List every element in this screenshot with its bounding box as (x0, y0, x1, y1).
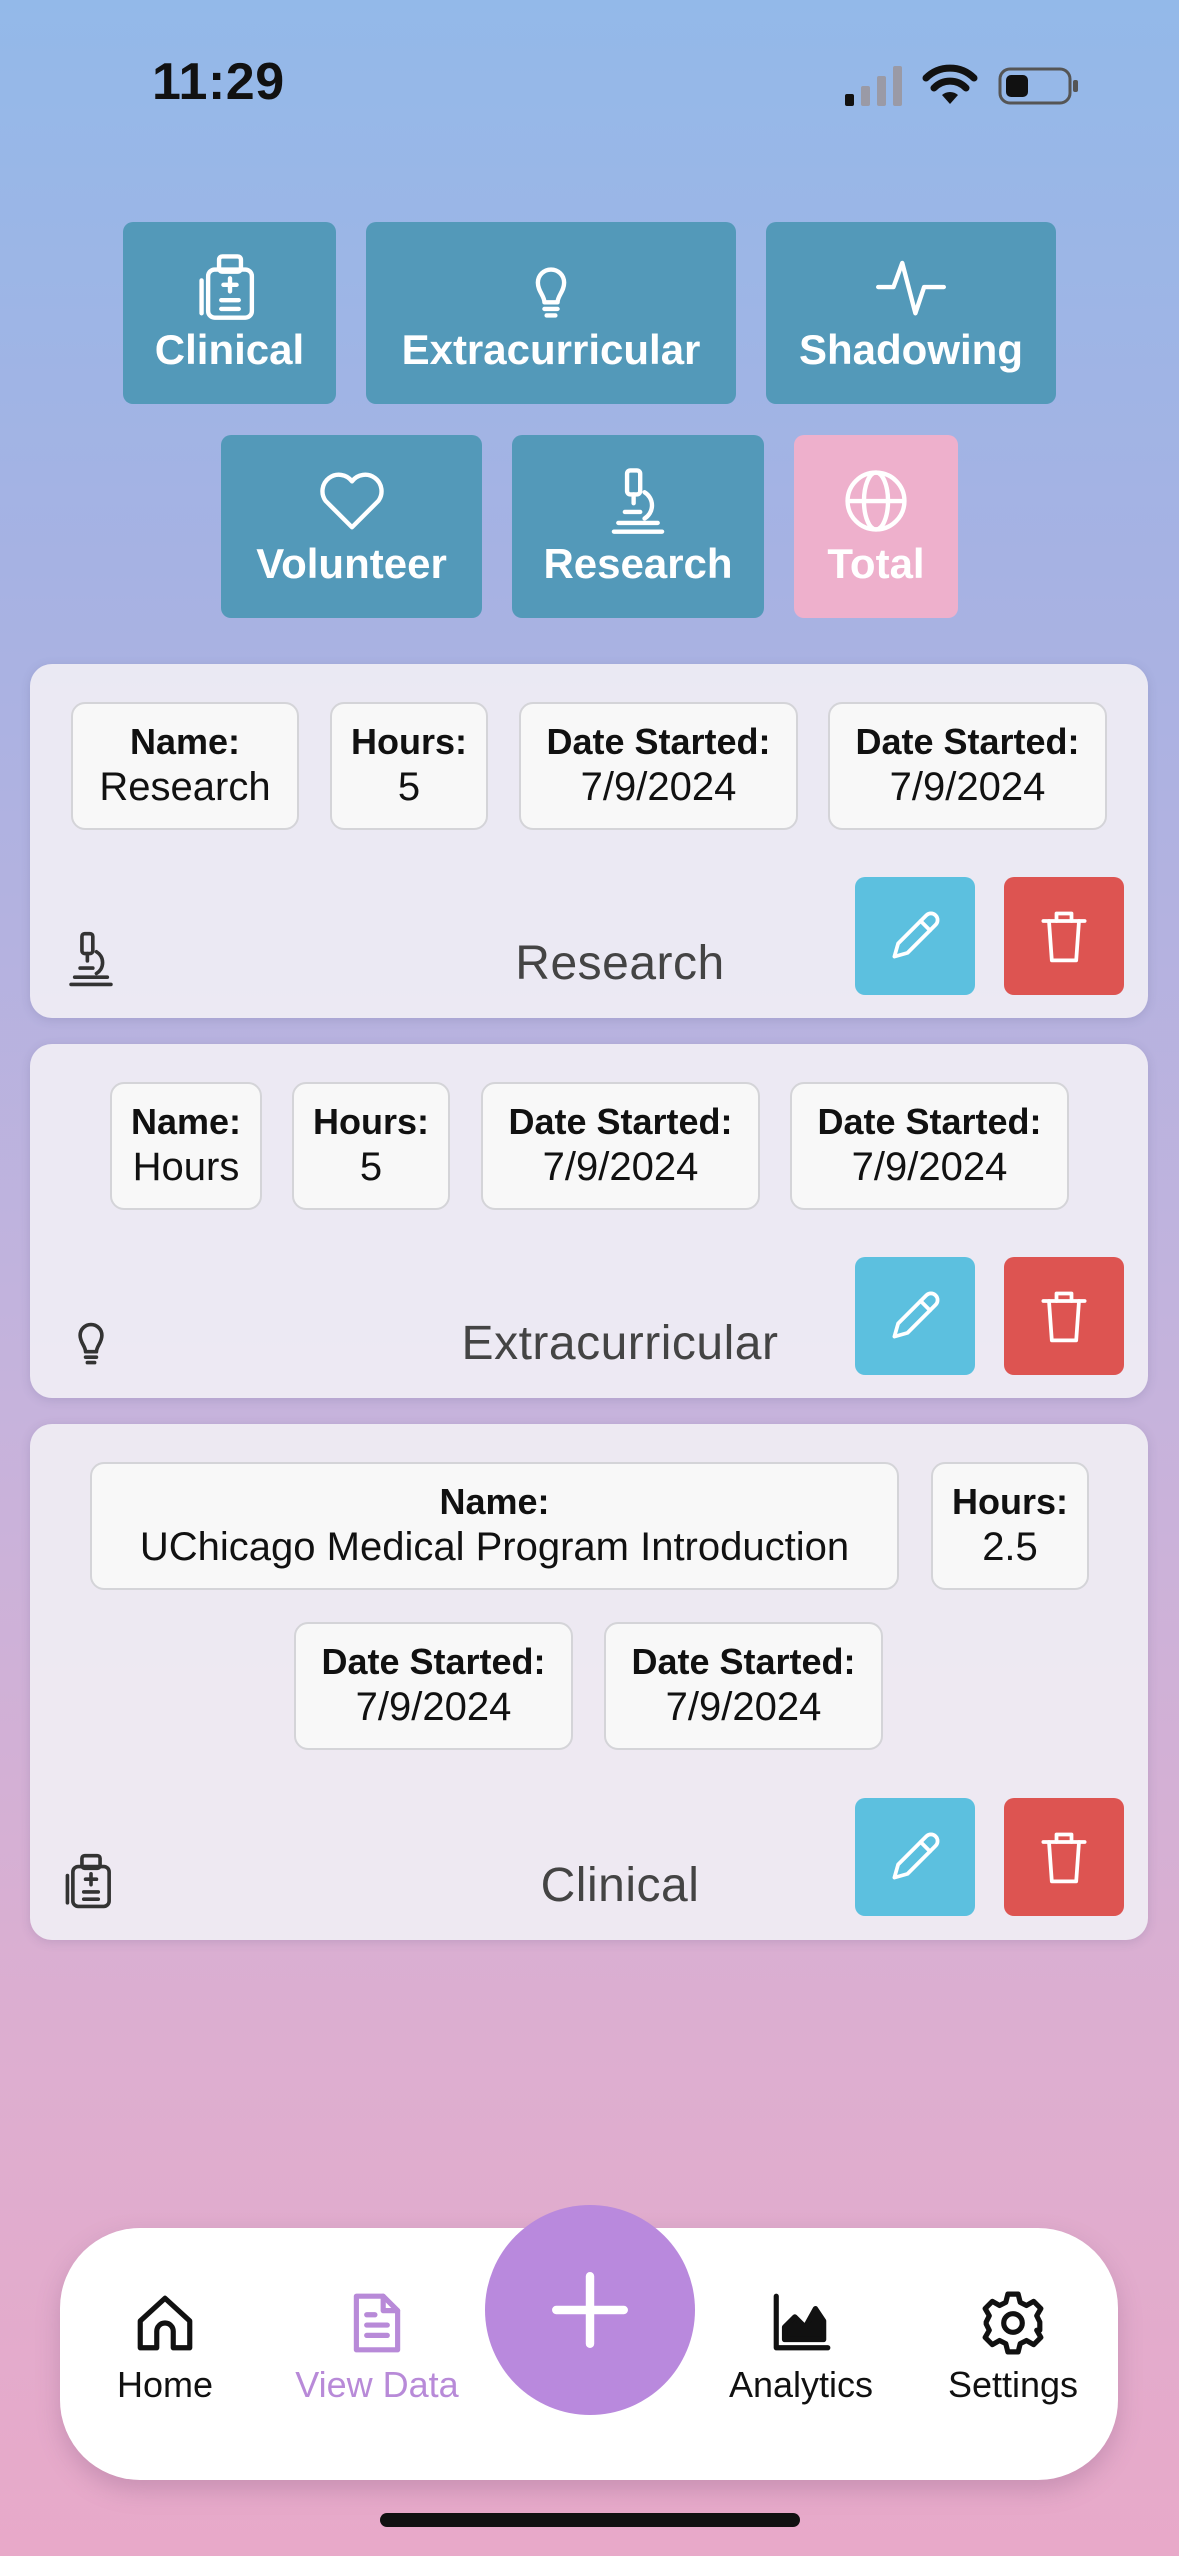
tab-label: Analytics (728, 2364, 874, 2405)
microscope-icon (69, 931, 113, 987)
tab-view-data[interactable]: View Data (272, 2290, 482, 2406)
record-type: Clinical (540, 1859, 700, 1912)
tab-home[interactable]: Home (60, 2290, 270, 2406)
record-hours-field: Hours: 2.5 (931, 1462, 1089, 1590)
record-name: UChicago Medical Program Introduction (139, 1525, 850, 1569)
category-button-clinical[interactable]: Clinical (123, 222, 336, 404)
category-button-research[interactable]: Research (512, 435, 764, 618)
edit-button[interactable] (855, 877, 975, 995)
record-hours-field: Hours: 5 (292, 1082, 450, 1210)
home-indicator (380, 2513, 800, 2527)
pencil-icon (892, 1291, 940, 1339)
tab-label: View Data (295, 2364, 459, 2405)
trash-icon (1041, 1291, 1087, 1343)
record-date-started-field: Date Started: 7/9/2024 (294, 1622, 573, 1750)
record-card: Name: Research Hours: 5 Date Started: 7/… (30, 664, 1148, 1018)
record-card: Name: Hours Hours: 5 Date Started: 7/9/2… (30, 1044, 1148, 1398)
plus-icon (552, 2272, 628, 2348)
category-button-extracurricular[interactable]: Extracurricular (366, 222, 736, 404)
record-date-started: 7/9/2024 (355, 1685, 512, 1729)
field-label: Date Started: (321, 1641, 546, 1682)
category-label: Total (827, 539, 925, 587)
trash-icon (1041, 1832, 1087, 1884)
record-hours: 5 (397, 765, 421, 809)
category-label: Research (543, 539, 733, 587)
pulse-icon (876, 260, 946, 316)
record-type: Extracurricular (461, 1317, 779, 1370)
chart-icon (773, 2293, 831, 2351)
gear-icon (982, 2291, 1044, 2355)
record-date-started-field: Date Started: 7/9/2024 (519, 702, 798, 830)
delete-button[interactable] (1004, 1257, 1124, 1375)
tab-label: Home (116, 2364, 214, 2405)
record-date-started-field: Date Started: 7/9/2024 (604, 1622, 883, 1750)
tab-label: Settings (947, 2364, 1079, 2405)
field-label: Hours: (351, 721, 467, 762)
trash-icon (1041, 911, 1087, 963)
category-label: Volunteer (256, 539, 447, 587)
add-record-button[interactable] (485, 2205, 695, 2415)
record-date-started: 7/9/2024 (851, 1145, 1008, 1189)
record-hours: 5 (359, 1145, 383, 1189)
category-button-shadowing[interactable]: Shadowing (766, 222, 1056, 404)
record-hours: 2.5 (982, 1525, 1038, 1569)
field-label: Date Started: (508, 1101, 733, 1142)
field-label: Hours: (952, 1481, 1068, 1522)
lightbulb-icon (78, 1322, 104, 1365)
clinical-clipboard-icon (198, 254, 254, 320)
cellular-signal-icon (845, 66, 902, 106)
category-button-total[interactable]: Total (794, 435, 958, 618)
delete-button[interactable] (1004, 877, 1124, 995)
record-date-started: 7/9/2024 (542, 1145, 699, 1189)
clinical-clipboard-icon (65, 1853, 111, 1909)
category-label: Clinical (154, 326, 305, 373)
field-label: Name: (130, 1101, 242, 1142)
pencil-icon (892, 1832, 940, 1880)
delete-button[interactable] (1004, 1798, 1124, 1916)
edit-button[interactable] (855, 1798, 975, 1916)
edit-button[interactable] (855, 1257, 975, 1375)
status-bar: 11:29 (0, 0, 1179, 170)
record-name: Research (99, 765, 271, 809)
record-date-started: 7/9/2024 (580, 765, 737, 809)
category-label: Shadowing (799, 326, 1023, 373)
record-hours-field: Hours: 5 (330, 702, 488, 830)
tab-analytics[interactable]: Analytics (696, 2290, 906, 2406)
record-date-started-field: Date Started: 7/9/2024 (828, 702, 1107, 830)
record-date-started-field: Date Started: 7/9/2024 (481, 1082, 760, 1210)
heart-icon (319, 472, 384, 529)
field-label: Date Started: (631, 1641, 856, 1682)
record-type: Research (515, 937, 725, 990)
battery-icon (998, 67, 1078, 105)
pencil-icon (892, 911, 940, 959)
home-icon (137, 2295, 193, 2351)
record-date-started-field: Date Started: 7/9/2024 (790, 1082, 1069, 1210)
tab-settings[interactable]: Settings (908, 2290, 1118, 2406)
record-name-field: Name: UChicago Medical Program Introduct… (90, 1462, 899, 1590)
category-label: Extracurricular (401, 326, 701, 373)
document-icon (353, 2293, 401, 2353)
record-date-started: 7/9/2024 (665, 1685, 822, 1729)
category-button-volunteer[interactable]: Volunteer (221, 435, 482, 618)
status-time: 11:29 (152, 53, 285, 111)
record-name-field: Name: Research (71, 702, 299, 830)
record-name: Hours (132, 1145, 240, 1189)
globe-icon (845, 469, 907, 532)
field-label: Hours: (313, 1101, 429, 1142)
field-label: Date Started: (546, 721, 771, 762)
field-label: Date Started: (855, 721, 1080, 762)
microscope-icon (611, 467, 665, 534)
lightbulb-icon (535, 267, 567, 318)
record-date-started: 7/9/2024 (889, 765, 1046, 809)
record-card: Name: UChicago Medical Program Introduct… (30, 1424, 1148, 1940)
wifi-icon (922, 64, 978, 104)
field-label: Name: (129, 721, 241, 762)
field-label: Date Started: (817, 1101, 1042, 1142)
record-name-field: Name: Hours (110, 1082, 262, 1210)
field-label: Name: (439, 1481, 550, 1522)
